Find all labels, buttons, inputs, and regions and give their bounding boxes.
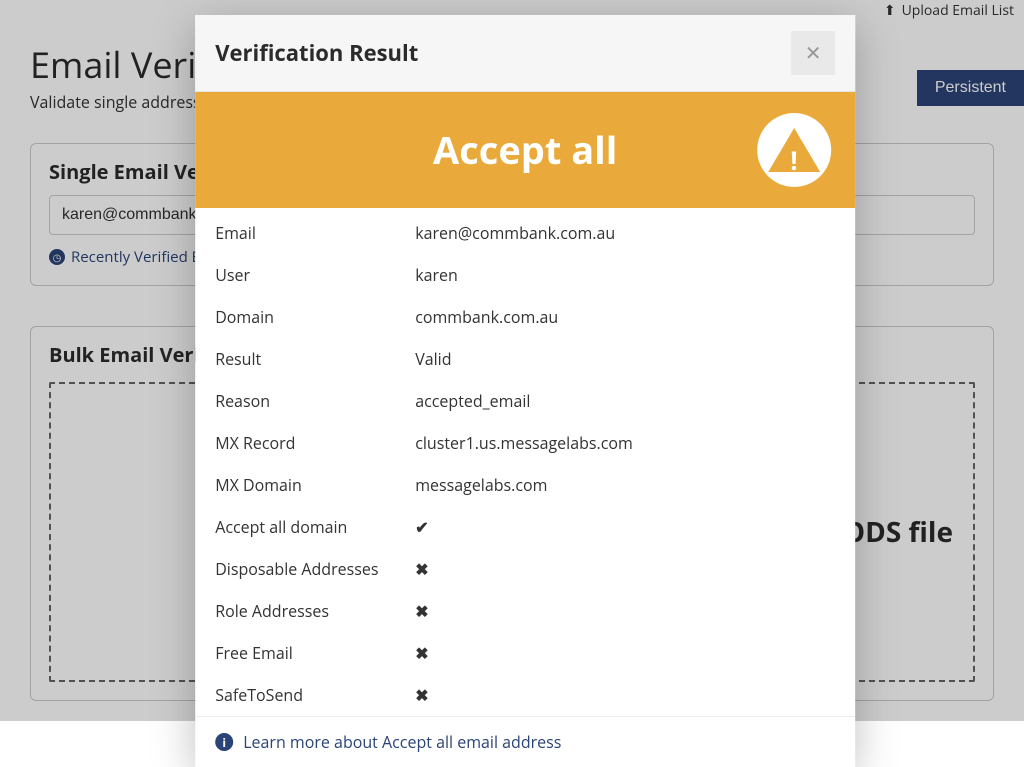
label-reason: Reason bbox=[215, 390, 415, 412]
close-icon: ✕ bbox=[805, 41, 822, 66]
row-disposable: Disposable Addresses bbox=[195, 548, 855, 590]
row-safe-to-send: SafeToSend bbox=[195, 674, 855, 716]
warning-icon bbox=[768, 128, 820, 172]
row-mx-record: MX Record cluster1.us.messagelabs.com bbox=[195, 422, 855, 464]
verification-result-modal: Verification Result ✕ Accept all Email k… bbox=[195, 15, 855, 767]
warning-badge bbox=[757, 113, 831, 187]
label-safe-to-send: SafeToSend bbox=[215, 684, 415, 706]
label-domain: Domain bbox=[215, 306, 415, 328]
details-table: Email karen@commbank.com.au User karen D… bbox=[195, 208, 855, 716]
x-icon bbox=[415, 558, 428, 580]
learn-more-link[interactable]: i Learn more about Accept all email addr… bbox=[195, 716, 855, 767]
x-icon bbox=[415, 684, 428, 706]
label-accept-all: Accept all domain bbox=[215, 516, 415, 538]
label-mx-record: MX Record bbox=[215, 432, 415, 454]
label-mx-domain: MX Domain bbox=[215, 474, 415, 496]
value-reason: accepted_email bbox=[415, 390, 530, 412]
label-role: Role Addresses bbox=[215, 600, 415, 622]
learn-more-text: Learn more about Accept all email addres… bbox=[243, 731, 561, 753]
row-email: Email karen@commbank.com.au bbox=[195, 212, 855, 254]
label-email: Email bbox=[215, 222, 415, 244]
row-mx-domain: MX Domain messagelabs.com bbox=[195, 464, 855, 506]
banner-text: Accept all bbox=[433, 124, 617, 176]
label-user: User bbox=[215, 264, 415, 286]
value-mx-domain: messagelabs.com bbox=[415, 474, 547, 496]
modal-title: Verification Result bbox=[215, 38, 418, 68]
close-button[interactable]: ✕ bbox=[791, 31, 835, 75]
row-accept-all: Accept all domain bbox=[195, 506, 855, 548]
x-icon bbox=[415, 600, 428, 622]
row-domain: Domain commbank.com.au bbox=[195, 296, 855, 338]
info-icon: i bbox=[215, 733, 233, 751]
result-banner: Accept all bbox=[195, 92, 855, 208]
modal-header: Verification Result ✕ bbox=[195, 15, 855, 92]
check-icon bbox=[415, 516, 428, 538]
row-user: User karen bbox=[195, 254, 855, 296]
x-icon bbox=[415, 642, 428, 664]
label-free-email: Free Email bbox=[215, 642, 415, 664]
row-reason: Reason accepted_email bbox=[195, 380, 855, 422]
value-user: karen bbox=[415, 264, 458, 286]
value-email: karen@commbank.com.au bbox=[415, 222, 615, 244]
row-role: Role Addresses bbox=[195, 590, 855, 632]
row-free-email: Free Email bbox=[195, 632, 855, 674]
value-mx-record: cluster1.us.messagelabs.com bbox=[415, 432, 633, 454]
value-domain: commbank.com.au bbox=[415, 306, 558, 328]
label-result: Result bbox=[215, 348, 415, 370]
row-result: Result Valid bbox=[195, 338, 855, 380]
label-disposable: Disposable Addresses bbox=[215, 558, 415, 580]
value-result: Valid bbox=[415, 348, 451, 370]
